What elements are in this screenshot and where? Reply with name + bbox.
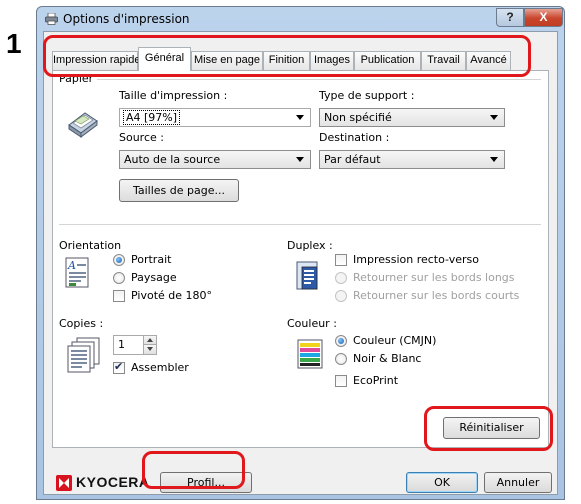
destination-label: Destination : (319, 131, 390, 144)
tab-general[interactable]: Général (138, 47, 191, 71)
short-edge-radio[interactable] (335, 290, 347, 302)
chevron-down-icon (296, 115, 304, 120)
profile-button[interactable]: Profil... (160, 472, 252, 493)
kyocera-logo-icon (56, 475, 72, 491)
landscape-radio[interactable] (113, 272, 125, 284)
media-type-combo[interactable]: Non spécifié (319, 108, 505, 127)
copies-stack-icon (67, 337, 100, 373)
collate-label: Assembler (131, 361, 189, 374)
paper-tray-icon (68, 112, 98, 138)
svg-text:A: A (67, 259, 76, 272)
title-bar: Options d'impression ? X (37, 7, 564, 31)
short-edge-label: Retourner sur les bords courts (353, 289, 520, 302)
portrait-orientation-icon: A (65, 257, 89, 288)
portrait-radio[interactable] (113, 254, 125, 266)
general-tab-panel: Papier Taille d'impression : A4 [97%] Ty… (52, 70, 549, 448)
tab-travail[interactable]: Travail (421, 51, 466, 70)
black-white-label: Noir & Blanc (353, 352, 422, 365)
tab-images[interactable]: Images (310, 51, 354, 70)
source-value: Auto de la source (124, 153, 221, 166)
collate-checkbox[interactable] (113, 360, 125, 374)
spin-down-icon[interactable] (143, 345, 156, 354)
copies-label: Copies : (59, 317, 104, 330)
duplex-label: Duplex : (287, 239, 333, 252)
long-edge-radio[interactable] (335, 272, 347, 284)
tab-impression-rapide[interactable]: Impression rapide (52, 51, 140, 70)
kyocera-logo-text: KYOCERA (76, 474, 150, 490)
long-edge-label: Retourner sur les bords longs (353, 271, 515, 284)
reset-button[interactable]: Réinitialiser (443, 417, 540, 439)
color-cmyk-radio[interactable] (335, 335, 347, 347)
portrait-label: Portrait (131, 253, 172, 266)
section-divider (59, 224, 541, 225)
print-size-label: Taille d'impression : (119, 89, 228, 102)
spin-up-icon[interactable] (143, 336, 156, 345)
duplex-icon (296, 261, 318, 290)
chevron-down-icon (490, 115, 498, 120)
chevron-down-icon (296, 157, 304, 162)
rotated-180-label: Pivoté de 180° (131, 289, 213, 302)
copies-spinner[interactable]: 1 (113, 335, 157, 355)
destination-combo[interactable]: Par défaut (319, 150, 505, 169)
help-button[interactable]: ? (496, 8, 524, 27)
tab-publication[interactable]: Publication (354, 51, 421, 70)
source-label: Source : (119, 131, 164, 144)
tab-mise-en-page[interactable]: Mise en page (191, 51, 263, 70)
chevron-down-icon (490, 157, 498, 162)
destination-value: Par défaut (324, 153, 381, 166)
rotated-180-checkbox[interactable] (113, 290, 125, 302)
ok-button[interactable]: OK (406, 472, 478, 493)
cancel-button[interactable]: Annuler (484, 472, 552, 493)
duplex-checkbox[interactable] (335, 254, 347, 266)
ecoprint-label: EcoPrint (353, 374, 399, 387)
close-button[interactable]: X (524, 8, 563, 27)
duplex-option-label: Impression recto-verso (353, 253, 479, 266)
color-cmyk-label: Couleur (CMJN) (353, 334, 437, 347)
copies-value: 1 (118, 338, 125, 351)
tab-avance[interactable]: Avancé (466, 51, 511, 70)
media-type-value: Non spécifié (324, 111, 392, 124)
source-combo[interactable]: Auto de la source (119, 150, 311, 169)
color-mode-icon (297, 339, 323, 369)
black-white-radio[interactable] (335, 353, 347, 365)
landscape-label: Paysage (131, 271, 177, 284)
ecoprint-checkbox[interactable] (335, 375, 347, 387)
callout-number-1: 1 (6, 28, 22, 59)
dialog-client-area: Impression rapide Général Mise en page F… (43, 31, 558, 495)
color-label: Couleur : (287, 317, 337, 330)
printer-icon (45, 13, 58, 25)
print-size-value: A4 [97%] (122, 110, 181, 125)
paper-group-line (59, 79, 541, 80)
window-title: Options d'impression (63, 12, 190, 26)
orientation-label: Orientation (59, 239, 122, 252)
tab-finition[interactable]: Finition (263, 51, 310, 70)
page-sizes-button[interactable]: Tailles de page... (119, 179, 239, 202)
print-options-window: Options d'impression ? X Impression rapi… (36, 6, 565, 500)
media-type-label: Type de support : (319, 89, 415, 102)
paper-group-label: Papier (59, 72, 98, 85)
print-size-combo[interactable]: A4 [97%] (119, 108, 311, 127)
